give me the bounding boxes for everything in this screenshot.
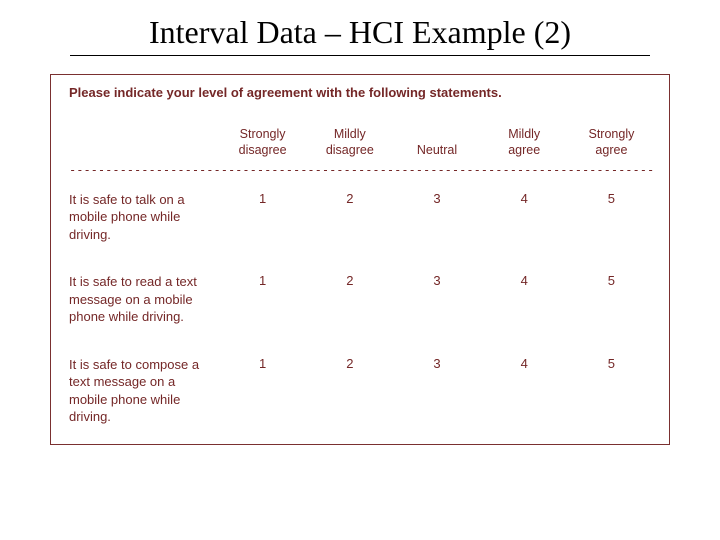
q1-v1: 1 bbox=[219, 191, 306, 208]
scale-header-5-l1: Strongly bbox=[588, 127, 634, 141]
scale-header-4: Mildly agree bbox=[481, 126, 568, 159]
question-row-1: It is safe to talk on a mobile phone whi… bbox=[69, 191, 655, 244]
q2-v2: 2 bbox=[306, 273, 393, 290]
q3-v1: 1 bbox=[219, 356, 306, 373]
scale-header-2-l1: Mildly bbox=[334, 127, 366, 141]
survey-table: Strongly disagree Mildly disagree Neutra… bbox=[69, 126, 655, 426]
header-row: Strongly disagree Mildly disagree Neutra… bbox=[69, 126, 655, 159]
scale-header-4-l2: agree bbox=[508, 143, 540, 157]
question-2-text: It is safe to read a text message on a m… bbox=[69, 273, 219, 326]
scale-header-2-l2: disagree bbox=[326, 143, 374, 157]
divider-dashes: ----------------------------------------… bbox=[69, 163, 655, 177]
q3-v3: 3 bbox=[393, 356, 480, 373]
q2-v1: 1 bbox=[219, 273, 306, 290]
q1-v4: 4 bbox=[481, 191, 568, 208]
scale-header-2: Mildly disagree bbox=[306, 126, 393, 159]
q3-v4: 4 bbox=[481, 356, 568, 373]
scale-header-1-l2: disagree bbox=[239, 143, 287, 157]
survey-prompt: Please indicate your level of agreement … bbox=[69, 85, 655, 100]
question-row-3: It is safe to compose a text message on … bbox=[69, 356, 655, 426]
q1-v3: 3 bbox=[393, 191, 480, 208]
q3-v2: 2 bbox=[306, 356, 393, 373]
q3-v5: 5 bbox=[568, 356, 655, 373]
q2-v4: 4 bbox=[481, 273, 568, 290]
scale-header-1-l1: Strongly bbox=[240, 127, 286, 141]
scale-header-5: Strongly agree bbox=[568, 126, 655, 159]
question-1-text: It is safe to talk on a mobile phone whi… bbox=[69, 191, 219, 244]
page-title: Interval Data – HCI Example (2) bbox=[0, 0, 720, 55]
scale-header-3: Neutral bbox=[393, 126, 480, 159]
survey-box: Please indicate your level of agreement … bbox=[50, 74, 670, 445]
question-3-text: It is safe to compose a text message on … bbox=[69, 356, 219, 426]
q1-v2: 2 bbox=[306, 191, 393, 208]
scale-header-5-l2: agree bbox=[595, 143, 627, 157]
q2-v5: 5 bbox=[568, 273, 655, 290]
title-underline bbox=[70, 55, 650, 56]
q1-v5: 5 bbox=[568, 191, 655, 208]
scale-header-3-l2: Neutral bbox=[417, 143, 457, 157]
scale-header-1: Strongly disagree bbox=[219, 126, 306, 159]
q2-v3: 3 bbox=[393, 273, 480, 290]
scale-header-4-l1: Mildly bbox=[508, 127, 540, 141]
question-row-2: It is safe to read a text message on a m… bbox=[69, 273, 655, 326]
